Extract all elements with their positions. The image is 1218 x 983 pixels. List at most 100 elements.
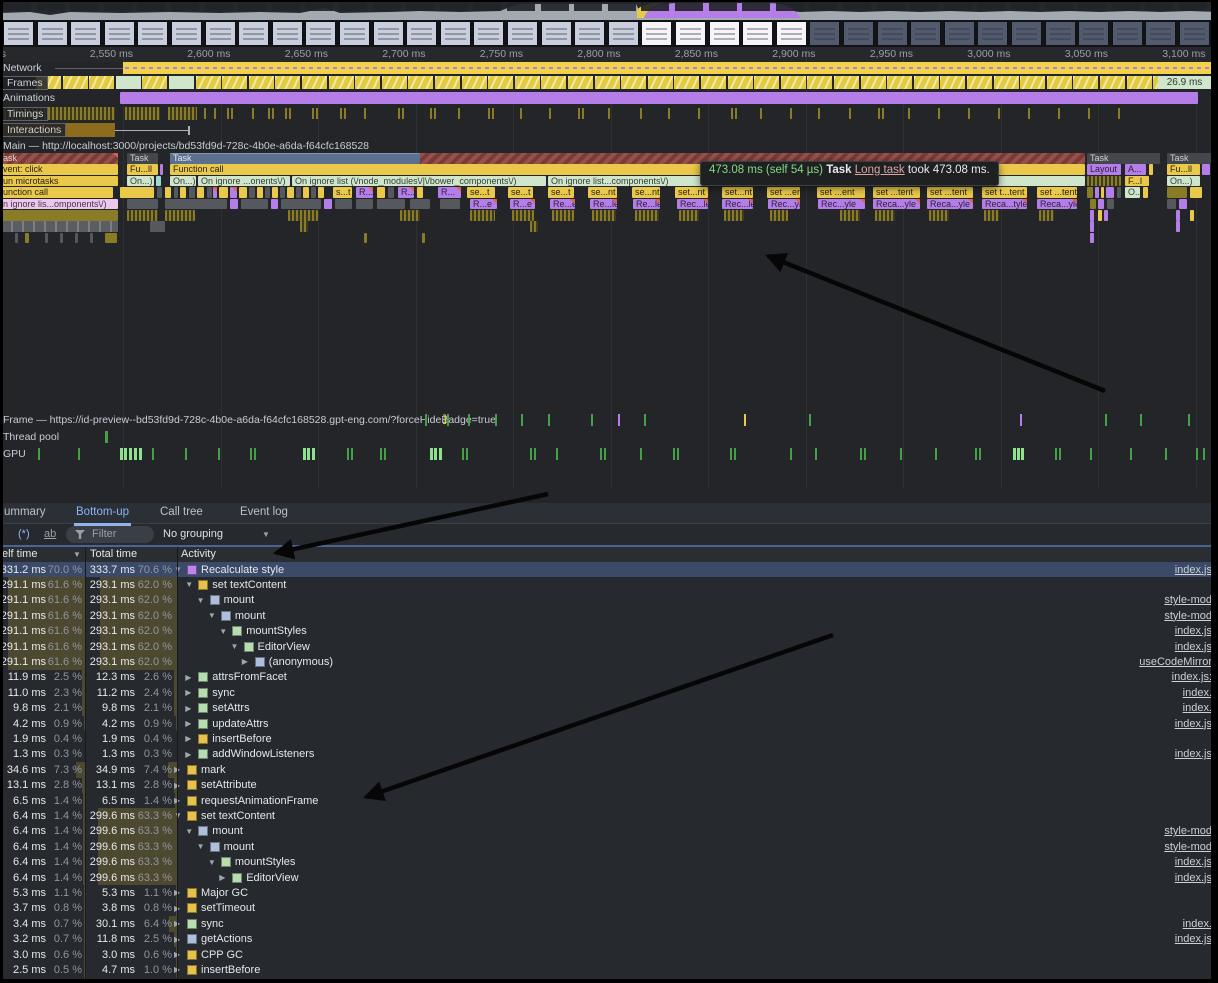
- collapse-arrow-icon[interactable]: ▶: [185, 734, 191, 743]
- column-divider[interactable]: [85, 547, 86, 983]
- whole-word-icon[interactable]: ab: [44, 528, 56, 540]
- flame-bar[interactable]: [165, 187, 171, 198]
- column-divider[interactable]: [177, 547, 178, 983]
- frame-segment[interactable]: [1100, 76, 1125, 89]
- flame-bar[interactable]: [724, 210, 744, 221]
- flame-bar[interactable]: [156, 176, 161, 187]
- header-activity[interactable]: Activity: [181, 548, 216, 560]
- flame-bar[interactable]: se...nt: [632, 187, 660, 198]
- expand-arrow-icon[interactable]: ▼: [208, 858, 216, 867]
- frame-segment[interactable]: [807, 76, 832, 89]
- flame-bar[interactable]: [440, 199, 460, 210]
- flame-bar[interactable]: ask: [0, 153, 118, 164]
- timeline-ruler[interactable]: ms 2,550 ms2,600 ms2,650 ms2,700 ms2,750…: [0, 47, 1218, 62]
- table-row[interactable]: 6.4 ms1.4 %299.6 ms63.3 %▶EditorViewinde…: [0, 870, 1218, 885]
- expand-arrow-icon[interactable]: ▼: [197, 596, 205, 605]
- flame-bar[interactable]: Rec...le: [722, 199, 753, 210]
- flame-bar[interactable]: [1090, 210, 1094, 221]
- flame-bar[interactable]: [1143, 187, 1148, 198]
- flame-bar[interactable]: [1104, 210, 1108, 221]
- flame-bar[interactable]: [165, 199, 227, 210]
- expand-arrow-icon[interactable]: ▼: [219, 627, 227, 636]
- flame-bar[interactable]: set t...tent: [982, 187, 1027, 198]
- frame-segment[interactable]: [754, 76, 779, 89]
- collapse-arrow-icon[interactable]: ▶: [185, 688, 191, 697]
- frame-segment[interactable]: [967, 76, 992, 89]
- table-row[interactable]: 6.4 ms1.4 %299.6 ms63.3 %▼mountstyle-mod: [0, 824, 1218, 839]
- frame-segment[interactable]: [275, 76, 300, 89]
- track-network[interactable]: Network: [0, 62, 1218, 75]
- flame-bar[interactable]: [219, 187, 228, 198]
- track-interactions[interactable]: Interactions: [0, 123, 1218, 138]
- flame-bar[interactable]: [127, 199, 158, 210]
- table-row[interactable]: 3.2 ms0.7 %11.8 ms2.5 %▶getActionsindex.…: [0, 932, 1218, 947]
- table-row[interactable]: 4.2 ms0.9 %4.2 ms0.9 %▶updateAttrsindex.…: [0, 716, 1218, 731]
- flame-bar[interactable]: [1149, 164, 1153, 175]
- flame-bar[interactable]: set...nt: [722, 187, 753, 198]
- collapse-arrow-icon[interactable]: ▶: [185, 704, 191, 713]
- flame-bar[interactable]: [239, 187, 247, 198]
- filmstrip-thumbnail[interactable]: [1045, 21, 1076, 46]
- filmstrip-thumbnail[interactable]: [339, 21, 370, 46]
- flame-bar[interactable]: [770, 210, 788, 221]
- filmstrip-thumbnail[interactable]: [877, 21, 908, 46]
- frame-segment[interactable]: [302, 76, 327, 89]
- flame-bar[interactable]: [207, 187, 212, 198]
- flame-bar[interactable]: [1101, 187, 1104, 198]
- filmstrip-thumbnail[interactable]: [843, 21, 874, 46]
- flame-bar[interactable]: R...e: [510, 199, 535, 210]
- flame-bar[interactable]: [1107, 199, 1114, 210]
- table-row[interactable]: 291.1 ms61.6 %293.1 ms62.0 %▼mountStyles…: [0, 624, 1218, 639]
- flame-bar[interactable]: [213, 187, 217, 198]
- frame-segment[interactable]: [1047, 76, 1072, 89]
- flame-bar[interactable]: [265, 187, 270, 198]
- table-row[interactable]: 5.3 ms1.1 %5.3 ms1.1 %▶Major GC: [0, 885, 1218, 900]
- tab-call-tree[interactable]: Call tree: [158, 503, 205, 523]
- filmstrip-thumbnail[interactable]: [1179, 21, 1210, 46]
- flame-bar[interactable]: [281, 199, 321, 210]
- flame-bar[interactable]: On ignore list (\/node_modules\/|\/bower…: [292, 176, 546, 187]
- frame-segment[interactable]: [701, 76, 726, 89]
- flame-bar[interactable]: Task: [127, 153, 158, 164]
- filmstrip-thumbnail[interactable]: [1145, 21, 1176, 46]
- collapse-arrow-icon[interactable]: ▶: [219, 873, 225, 882]
- flame-bar[interactable]: [1176, 210, 1180, 221]
- filmstrip-thumbnail[interactable]: [910, 21, 941, 46]
- flame-bar[interactable]: [160, 164, 163, 175]
- flame-bar[interactable]: [1090, 233, 1094, 244]
- source-link[interactable]: style-mod: [1164, 594, 1212, 606]
- source-link[interactable]: index.js: [1175, 933, 1212, 945]
- flame-bar[interactable]: R...: [398, 187, 414, 198]
- source-link[interactable]: index.: [1183, 687, 1212, 699]
- frame-segment[interactable]: [515, 76, 540, 89]
- flame-bar[interactable]: [303, 187, 309, 198]
- animations-bar[interactable]: [120, 92, 1198, 104]
- flame-bar[interactable]: Re...le: [590, 199, 617, 210]
- table-row[interactable]: 6.4 ms1.4 %299.6 ms63.3 %▼set textConten…: [0, 808, 1218, 823]
- filmstrip-thumbnail[interactable]: [104, 21, 135, 46]
- source-link[interactable]: index.js: [1175, 625, 1212, 637]
- frame-segment[interactable]: [834, 76, 859, 89]
- flame-bar[interactable]: [127, 210, 158, 221]
- flame-bar[interactable]: [230, 199, 238, 210]
- main-thread-label[interactable]: Main — http://localhost:3000/projects/bd…: [3, 140, 369, 152]
- flame-bar[interactable]: On...): [127, 176, 154, 187]
- table-row[interactable]: 291.1 ms61.6 %293.1 ms62.0 %▼mountstyle-…: [0, 608, 1218, 623]
- table-row[interactable]: 3.7 ms0.8 %3.8 ms0.8 %▶setTimeout: [0, 901, 1218, 916]
- flame-bar[interactable]: [60, 233, 63, 244]
- frame-segment[interactable]: [89, 76, 114, 89]
- filmstrip-thumbnail[interactable]: [541, 21, 572, 46]
- collapse-arrow-icon[interactable]: ▶: [185, 673, 191, 682]
- cpu-overview-minimap[interactable]: [0, 0, 1218, 20]
- expand-arrow-icon[interactable]: ▼: [208, 611, 216, 620]
- flame-bar[interactable]: se...nt: [588, 187, 617, 198]
- flame-bar[interactable]: [1090, 199, 1096, 210]
- flame-bar[interactable]: [230, 187, 237, 198]
- table-row[interactable]: 11.0 ms2.3 %11.2 ms2.4 %▶syncindex.: [0, 685, 1218, 700]
- frame-segment[interactable]: [994, 76, 1019, 89]
- source-link[interactable]: index.: [1183, 918, 1212, 930]
- frame-segment[interactable]: [355, 76, 380, 89]
- flame-bar[interactable]: [272, 187, 278, 198]
- source-link[interactable]: index.js: [1175, 641, 1212, 653]
- source-link[interactable]: style-mod: [1164, 610, 1212, 622]
